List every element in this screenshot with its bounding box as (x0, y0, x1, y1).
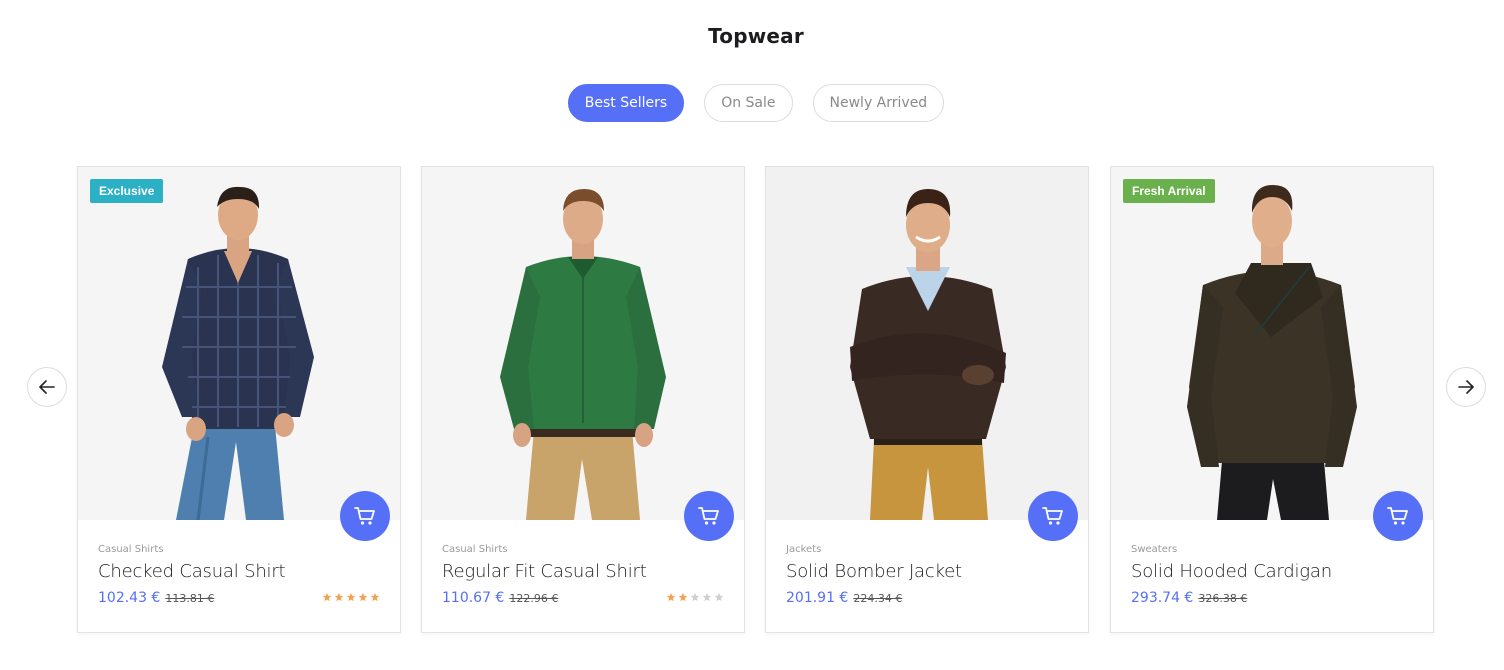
carousel-prev-button[interactable] (27, 367, 67, 407)
product-card[interactable]: Jackets Solid Bomber Jacket 201.91 € 224… (765, 166, 1089, 633)
product-image[interactable] (422, 167, 744, 520)
add-to-cart-button[interactable] (1028, 491, 1078, 541)
star-icon (322, 592, 332, 602)
star-icon (714, 592, 724, 602)
star-icon (702, 592, 712, 602)
arrow-left-icon (39, 380, 55, 394)
product-image[interactable] (78, 167, 400, 520)
arrow-right-icon (1458, 380, 1474, 394)
model-photo (850, 189, 1006, 520)
product-price: 293.74 € (1131, 590, 1194, 606)
product-image[interactable] (1111, 167, 1433, 520)
product-name[interactable]: Regular Fit Casual Shirt (442, 561, 724, 582)
product-category: Casual Shirts (98, 544, 164, 555)
product-category: Sweaters (1131, 544, 1178, 555)
cart-icon (1387, 507, 1408, 525)
star-icon (678, 592, 688, 602)
tab-best-sellers[interactable]: Best Sellers (567, 84, 685, 122)
product-category: Jackets (786, 544, 822, 555)
rating-stars (322, 592, 380, 602)
star-icon (690, 592, 700, 602)
product-name[interactable]: Checked Casual Shirt (98, 561, 380, 582)
product-price: 102.43 € (98, 590, 161, 606)
add-to-cart-button[interactable] (684, 491, 734, 541)
product-price: 201.91 € (786, 590, 849, 606)
product-category: Casual Shirts (442, 544, 508, 555)
product-image[interactable] (766, 167, 1088, 520)
cart-icon (354, 507, 375, 525)
product-name[interactable]: Solid Hooded Cardigan (1131, 561, 1413, 582)
cart-icon (698, 507, 719, 525)
model-photo (500, 189, 666, 520)
star-icon (666, 592, 676, 602)
filter-tabs: Best Sellers On Sale Newly Arrived (0, 84, 1504, 122)
cart-icon (1042, 507, 1063, 525)
product-card[interactable]: Fresh Arrival Sweaters Solid Hooded Card… (1110, 166, 1434, 633)
fresh-arrival-badge: Fresh Arrival (1123, 179, 1215, 203)
product-old-price: 326.38 € (1198, 592, 1248, 605)
product-card[interactable]: Casual Shirts Regular Fit Casual Shirt 1… (421, 166, 745, 633)
rating-stars (666, 592, 724, 602)
tab-newly-arrived[interactable]: Newly Arrived (812, 84, 945, 122)
star-icon (370, 592, 380, 602)
model-photo (1187, 185, 1357, 520)
star-icon (334, 592, 344, 602)
product-card[interactable]: Exclusive Casual Shirts Checked Casual S… (77, 166, 401, 633)
model-photo (162, 186, 314, 520)
star-icon (358, 592, 368, 602)
product-old-price: 113.81 € (165, 592, 215, 605)
star-icon (346, 592, 356, 602)
product-name[interactable]: Solid Bomber Jacket (786, 561, 1068, 582)
carousel-next-button[interactable] (1446, 367, 1486, 407)
tab-on-sale[interactable]: On Sale (704, 84, 793, 122)
product-price: 110.67 € (442, 590, 505, 606)
section-title: Topwear (708, 24, 804, 48)
product-old-price: 122.96 € (509, 592, 559, 605)
add-to-cart-button[interactable] (340, 491, 390, 541)
add-to-cart-button[interactable] (1373, 491, 1423, 541)
product-old-price: 224.34 € (853, 592, 903, 605)
exclusive-badge: Exclusive (90, 179, 164, 203)
